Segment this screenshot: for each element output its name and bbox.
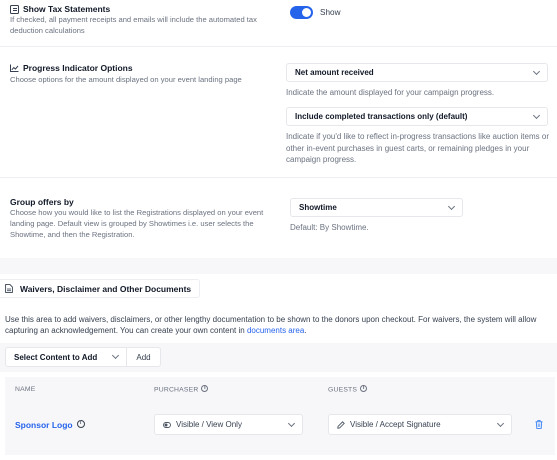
info-icon — [201, 385, 209, 392]
select-content-value: Select Content to Add — [14, 352, 98, 362]
transactions-select[interactable]: Include completed transactions only (def… — [286, 107, 548, 126]
purchaser-visibility-select[interactable]: Visible / View Only — [154, 414, 303, 435]
toggle-knob — [302, 8, 311, 17]
tax-header: Show Tax Statements — [10, 4, 110, 14]
section-separator — [0, 258, 557, 274]
select-content-dropdown[interactable]: Select Content to Add — [5, 347, 127, 367]
pen-icon — [337, 420, 345, 429]
info-icon — [360, 385, 368, 392]
toggle-icon — [163, 421, 171, 428]
column-header-name: NAME — [15, 386, 36, 393]
transactions-help: Indicate if you'd like to reflect in-pro… — [286, 132, 549, 165]
documents-area-link[interactable]: documents area — [247, 326, 304, 335]
group-select[interactable]: Showtime — [290, 198, 463, 217]
group-title: Group offers by — [10, 197, 74, 207]
waivers-header: Waivers, Disclaimer and Other Documents — [0, 279, 200, 298]
group-default-text: Default: By Showtime. — [290, 223, 369, 232]
tax-toggle-group: Show — [290, 6, 340, 19]
column-header-guests-label: GUESTS — [328, 386, 358, 394]
add-button[interactable]: Add — [127, 347, 161, 367]
column-header-guests: GUESTS — [328, 385, 368, 394]
tax-description: If checked, all payment receipts and ema… — [10, 15, 257, 35]
divider — [0, 46, 557, 47]
chevron-down-icon — [532, 67, 541, 75]
file-icon — [5, 284, 13, 293]
chevron-down-icon — [532, 111, 541, 119]
waivers-title: Waivers, Disclaimer and Other Documents — [20, 283, 192, 294]
tax-title: Show Tax Statements — [23, 4, 111, 14]
amount-help: Indicate the amount displayed for your c… — [286, 88, 495, 97]
divider — [0, 177, 557, 178]
guests-visibility-value: Visible / Accept Signature — [350, 420, 441, 429]
chevron-down-icon — [111, 351, 120, 360]
chevron-down-icon — [287, 419, 296, 427]
chevron-down-icon — [447, 202, 456, 210]
info-icon[interactable] — [76, 420, 85, 428]
group-select-value: Showtime — [299, 203, 337, 212]
amount-select-value: Net amount received — [295, 68, 374, 77]
chart-line-icon — [10, 64, 19, 72]
transactions-select-value: Include completed transactions only (def… — [295, 112, 468, 121]
chevron-down-icon — [496, 419, 505, 427]
group-description: Choose how you would like to list the Re… — [10, 208, 264, 239]
progress-title: Progress Indicator Options — [23, 63, 133, 73]
progress-header: Progress Indicator Options — [10, 63, 133, 73]
guests-visibility-select[interactable]: Visible / Accept Signature — [328, 414, 512, 435]
tax-toggle-label: Show — [320, 8, 341, 17]
document-icon — [10, 4, 19, 14]
amount-select[interactable]: Net amount received — [286, 63, 548, 82]
waivers-description-suffix: . — [304, 326, 307, 336]
tax-toggle[interactable] — [290, 6, 313, 19]
progress-description: Choose options for the amount displayed … — [10, 75, 242, 84]
table-row: Sponsor Logo — [15, 420, 85, 430]
waivers-description-block: Use this area to add waivers, disclaimer… — [5, 314, 555, 337]
column-header-purchaser: PURCHASER — [154, 385, 209, 394]
column-header-purchaser-label: PURCHASER — [154, 386, 199, 394]
trash-icon[interactable] — [535, 420, 543, 429]
row-name-link[interactable]: Sponsor Logo — [15, 420, 73, 430]
purchaser-visibility-value: Visible / View Only — [176, 420, 242, 429]
